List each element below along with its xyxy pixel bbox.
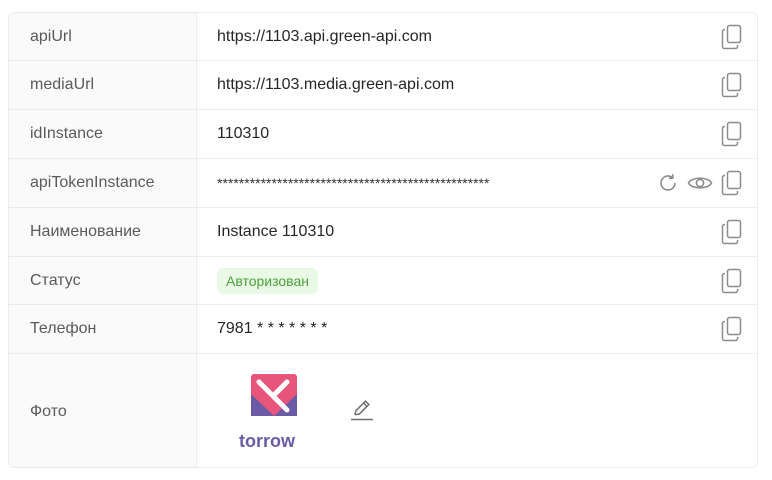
row-phone: Телефон 7981 * * * * * * * [9, 305, 757, 354]
row-label: apiUrl [9, 13, 197, 60]
instance-name-value: Instance 110310 [217, 223, 335, 240]
row-api-token: apiTokenInstance ***********************… [9, 159, 757, 208]
row-label: apiTokenInstance [9, 159, 197, 207]
row-label: idInstance [9, 110, 197, 158]
logo-text: torrow [239, 430, 295, 451]
row-value-cell: 110310 [197, 110, 757, 158]
copy-icon[interactable] [721, 24, 743, 50]
row-value-cell: ****************************************… [197, 159, 757, 207]
row-value-cell: Instance 110310 [197, 208, 757, 256]
row-value-cell: https://1103.media.green-api.com [197, 61, 757, 109]
copy-icon[interactable] [721, 268, 743, 294]
avatar: torrow [231, 372, 321, 452]
row-name: Наименование Instance 110310 [9, 208, 757, 257]
row-value-cell: Авторизован [197, 257, 757, 304]
copy-icon[interactable] [721, 219, 743, 245]
photo-container: torrow [217, 372, 375, 452]
copy-icon[interactable] [721, 72, 743, 98]
status-badge: Авторизован [217, 267, 318, 294]
row-id-instance: idInstance 110310 [9, 110, 757, 159]
media-url-value: https://1103.media.green-api.com [217, 76, 455, 93]
copy-icon[interactable] [721, 316, 743, 342]
row-value-cell: 7981 * * * * * * * [197, 305, 757, 353]
copy-icon[interactable] [721, 170, 743, 196]
instance-details-table: apiUrl https://1103.api.green-api.com me… [8, 12, 758, 468]
edit-pencil-icon[interactable] [349, 396, 375, 427]
row-status: Статус Авторизован [9, 257, 757, 305]
phone-value: 7981 * * * * * * * [217, 320, 328, 337]
copy-icon[interactable] [721, 121, 743, 147]
refresh-icon[interactable] [657, 172, 679, 194]
eye-icon[interactable] [687, 172, 713, 194]
row-value-cell: torrow [197, 354, 757, 467]
row-value-cell: https://1103.api.green-api.com [197, 13, 757, 60]
row-label: Фото [9, 354, 197, 467]
row-label: mediaUrl [9, 61, 197, 109]
row-label: Наименование [9, 208, 197, 256]
row-photo: Фото torrow [9, 354, 757, 467]
row-api-url: apiUrl https://1103.api.green-api.com [9, 13, 757, 61]
row-label: Телефон [9, 305, 197, 353]
row-label: Статус [9, 257, 197, 304]
api-token-value: ****************************************… [217, 175, 490, 191]
row-media-url: mediaUrl https://1103.media.green-api.co… [9, 61, 757, 110]
id-instance-value: 110310 [217, 125, 270, 142]
api-url-value: https://1103.api.green-api.com [217, 27, 432, 45]
